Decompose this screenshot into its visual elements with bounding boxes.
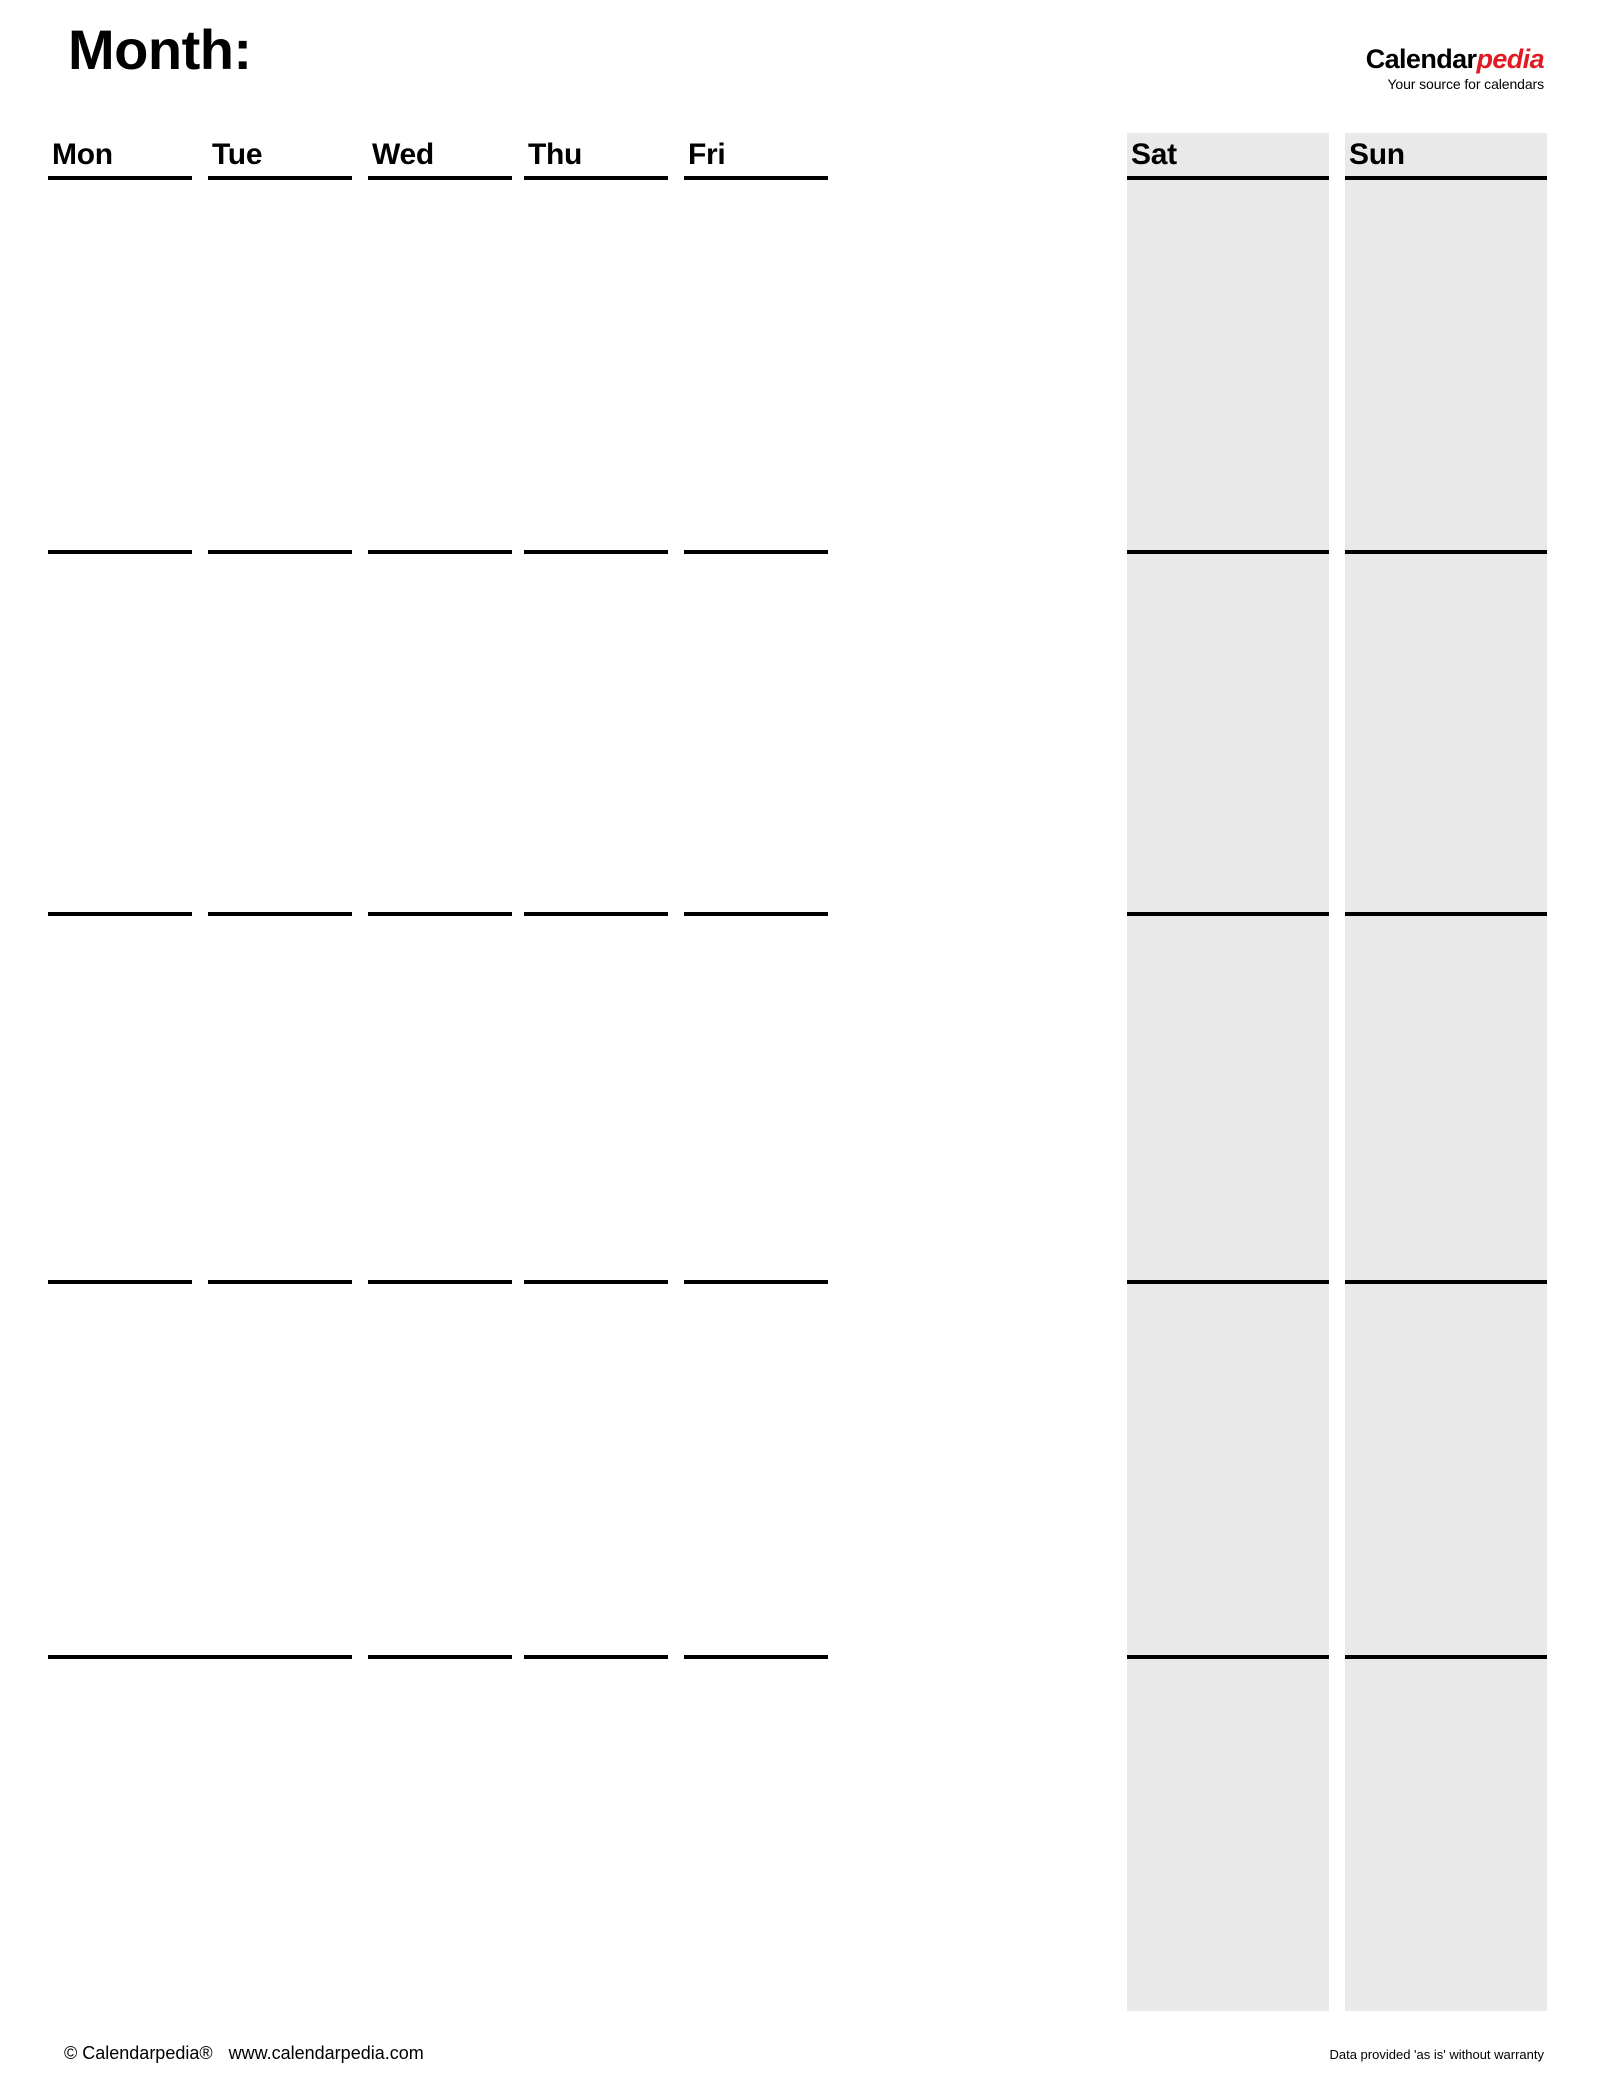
week-divider-3-mon [48, 1280, 192, 1284]
footer-website-link[interactable]: www.calendarpedia.com [229, 2043, 424, 2063]
week-divider-1-mon [48, 550, 192, 554]
week-divider-1-tue [208, 550, 352, 554]
week-divider-2-wed [368, 912, 512, 916]
week-divider-3-sat [1127, 1280, 1329, 1284]
logo-wordmark-part2: pedia [1476, 44, 1544, 74]
week-divider-1-sat [1127, 550, 1329, 554]
week-divider-3-wed [368, 1280, 512, 1284]
week-divider-4-sat [1127, 1655, 1329, 1659]
day-header-wed: Wed [372, 138, 434, 171]
week-divider-4-thu [524, 1655, 668, 1659]
day-header-rule-tue [208, 176, 352, 180]
week-divider-3-fri [684, 1280, 828, 1284]
week-divider-2-sun [1345, 912, 1547, 916]
week-divider-2-thu [524, 912, 668, 916]
day-header-tue: Tue [212, 138, 263, 171]
week-divider-2-mon [48, 912, 192, 916]
day-header-mon: Mon [52, 138, 113, 171]
week-divider-4-wed [368, 1655, 512, 1659]
day-header-fri: Fri [688, 138, 726, 171]
week-divider-1-sun [1345, 550, 1547, 554]
footer-copyright: © Calendarpedia® www.calendarpedia.com [64, 2043, 424, 2064]
page-title: Month: [68, 18, 252, 81]
day-header-thu: Thu [528, 138, 583, 171]
day-header-sun: Sun [1349, 138, 1405, 171]
day-header-rule-fri [684, 176, 828, 180]
week-divider-3-tue [208, 1280, 352, 1284]
week-divider-4-fri [684, 1655, 828, 1659]
weekend-column-sat [1127, 133, 1329, 2011]
week-divider-1-wed [368, 550, 512, 554]
day-header-rule-wed [368, 176, 512, 180]
logo-wordmark: Calendarpedia [1365, 44, 1545, 74]
week-divider-2-fri [684, 912, 828, 916]
week-divider-2-tue [208, 912, 352, 916]
week-divider-4-sun [1345, 1655, 1547, 1659]
week-divider-3-thu [524, 1280, 668, 1284]
week-divider-2-sat [1127, 912, 1329, 916]
day-header-sat: Sat [1131, 138, 1177, 171]
day-header-rule-sun [1345, 176, 1547, 180]
week-divider-1-fri [684, 550, 828, 554]
day-header-rule-thu [524, 176, 668, 180]
week-divider-1-thu [524, 550, 668, 554]
day-header-rule-sat [1127, 176, 1329, 180]
calendar-page: Month: Calendarpedia Your source for cal… [0, 0, 1600, 2100]
logo-tagline: Your source for calendars [1387, 76, 1544, 92]
footer-copyright-text: © Calendarpedia® [64, 2043, 213, 2063]
week-divider-4-mon-tue [48, 1655, 352, 1659]
day-header-rule-mon [48, 176, 192, 180]
logo-wordmark-part1: Calendar [1365, 44, 1477, 74]
calendarpedia-logo: Calendarpedia Your source for calendars [1365, 44, 1545, 92]
weekend-column-sun [1345, 133, 1547, 2011]
week-divider-3-sun [1345, 1280, 1547, 1284]
footer-disclaimer: Data provided 'as is' without warranty [1329, 2047, 1544, 2062]
